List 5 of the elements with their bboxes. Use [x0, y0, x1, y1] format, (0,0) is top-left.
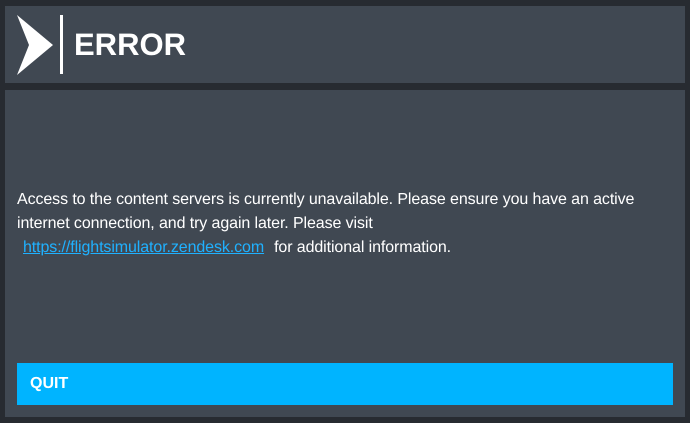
chevron-icon [17, 14, 53, 74]
error-message: Access to the content servers is currently unavailable. Please ensure you have an active internet connection, and try again later. Please visit https://flightsimulator.zendesk.com for additional information. [17, 190, 636, 258]
support-link[interactable]: https://flightsimulator.zendesk.com [23, 239, 264, 256]
window-title: ERROR [74, 26, 186, 62]
quit-button[interactable]: QUIT [17, 363, 673, 405]
